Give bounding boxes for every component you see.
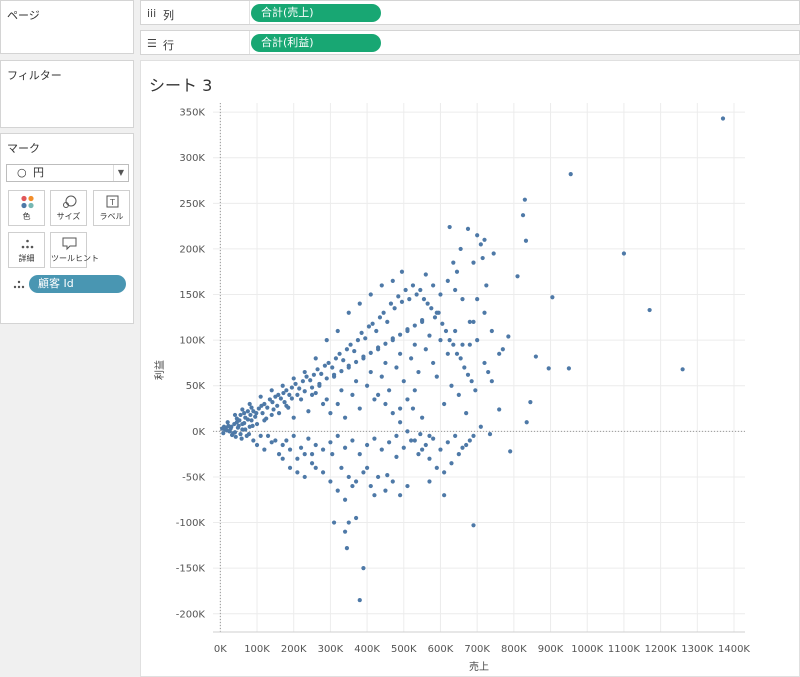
columns-icon: iii bbox=[147, 7, 157, 20]
tooltip-icon bbox=[62, 237, 77, 251]
shelf-divider bbox=[249, 1, 250, 24]
columns-shelf[interactable]: iii 列 合計(売上) bbox=[140, 0, 800, 25]
label-icon: T bbox=[106, 195, 119, 208]
color-button[interactable]: 色 bbox=[8, 190, 45, 226]
shelf-divider bbox=[249, 31, 250, 54]
pages-panel-title: ページ bbox=[7, 9, 40, 22]
filters-panel[interactable]: フィルター bbox=[0, 60, 134, 128]
marks-panel-title: マーク bbox=[7, 142, 40, 155]
svg-text:T: T bbox=[109, 198, 115, 207]
columns-pill[interactable]: 合計(売上) bbox=[251, 4, 381, 22]
rows-pill[interactable]: 合計(利益) bbox=[251, 34, 381, 52]
worksheet-area bbox=[140, 60, 800, 677]
rows-icon: ☰ bbox=[147, 37, 157, 50]
color-button-label: 色 bbox=[22, 212, 31, 221]
columns-shelf-label: 列 bbox=[163, 9, 174, 22]
sheet-title[interactable]: シート 3 bbox=[149, 72, 212, 96]
color-dots-icon bbox=[21, 195, 34, 209]
mark-type-label: 円 bbox=[33, 166, 44, 179]
filters-panel-title: フィルター bbox=[7, 69, 62, 82]
tooltip-button-label: ツールヒント bbox=[51, 254, 99, 263]
circle-icon: ○ bbox=[17, 166, 27, 179]
size-icon bbox=[63, 195, 77, 208]
size-button[interactable]: サイズ bbox=[50, 190, 87, 226]
size-button-label: サイズ bbox=[56, 212, 81, 221]
rows-shelf-label: 行 bbox=[163, 39, 174, 52]
label-button[interactable]: T ラベル bbox=[93, 190, 130, 226]
chevron-down-icon[interactable]: ▼ bbox=[113, 165, 128, 181]
tooltip-button[interactable]: ツールヒント bbox=[50, 232, 99, 268]
detail-field-icon bbox=[13, 280, 25, 289]
marks-panel: マーク ○ 円 ▼ 色 サイズ T ラベル 詳細 ツールヒント 顧客 Id bbox=[0, 133, 134, 324]
mark-type-dropdown[interactable]: ○ 円 ▼ bbox=[6, 164, 129, 182]
detail-button-label: 詳細 bbox=[18, 254, 35, 263]
pages-panel[interactable]: ページ bbox=[0, 0, 134, 54]
detail-field-pill[interactable]: 顧客 Id bbox=[29, 275, 126, 293]
detail-button[interactable]: 詳細 bbox=[8, 232, 45, 268]
detail-dots-icon bbox=[21, 239, 34, 249]
label-button-label: ラベル bbox=[99, 212, 124, 221]
rows-shelf[interactable]: ☰ 行 合計(利益) bbox=[140, 30, 800, 55]
